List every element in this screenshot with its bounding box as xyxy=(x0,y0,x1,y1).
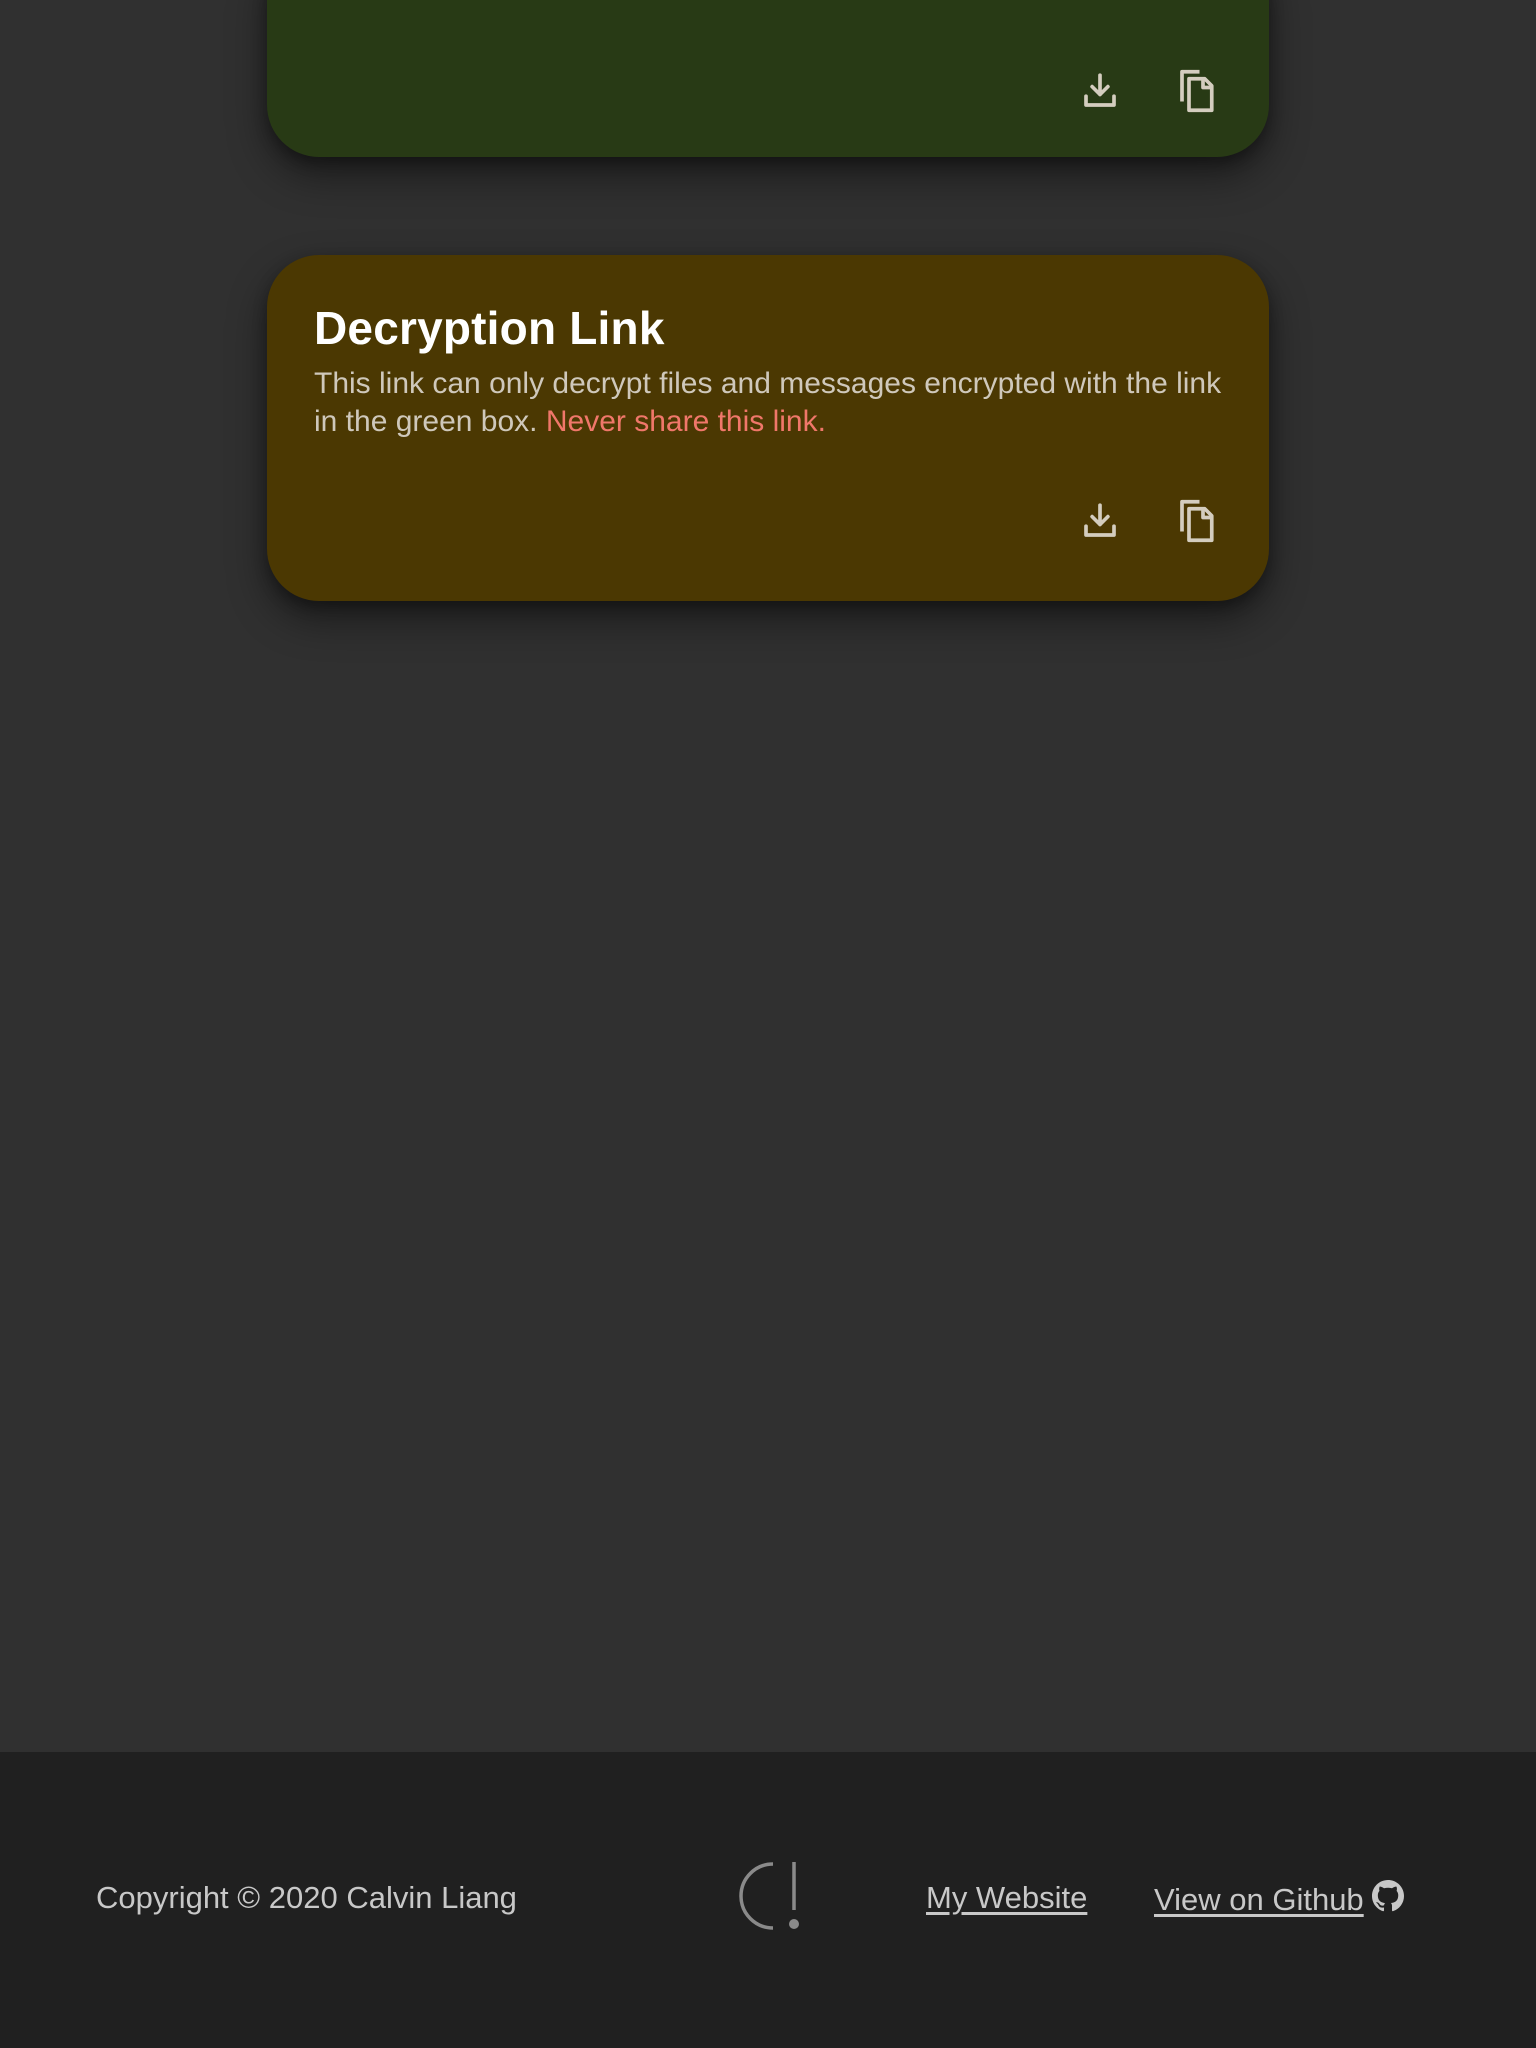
decryption-link-card: Decryption Link This link can only decry… xyxy=(267,255,1269,601)
logo-icon xyxy=(733,1860,803,1937)
copyright-text: Copyright © 2020 Calvin Liang xyxy=(96,1880,517,1915)
my-website-link[interactable]: My Website xyxy=(926,1880,1087,1916)
decryption-card-actions xyxy=(1072,493,1224,549)
decryption-card-description: This link can only decrypt files and mes… xyxy=(314,365,1244,441)
download-icon xyxy=(1084,503,1116,537)
view-on-github-link[interactable]: View on Github xyxy=(1154,1880,1404,1920)
copy-decryption-link-button[interactable] xyxy=(1168,493,1224,549)
decryption-warning-text: Never share this link. xyxy=(545,405,826,438)
download-encryption-link-button[interactable] xyxy=(1072,63,1128,119)
encryption-link-card xyxy=(267,0,1269,157)
copy-icon xyxy=(1180,69,1214,113)
encryption-card-actions xyxy=(1072,63,1224,119)
copy-encryption-link-button[interactable] xyxy=(1168,63,1224,119)
github-link-label: View on Github xyxy=(1154,1882,1364,1917)
copy-icon xyxy=(1180,499,1214,543)
page: Decryption Link This link can only decry… xyxy=(0,0,1536,2048)
decryption-card-title: Decryption Link xyxy=(314,302,665,354)
download-decryption-link-button[interactable] xyxy=(1072,493,1128,549)
download-icon xyxy=(1084,73,1116,107)
github-icon xyxy=(1371,1880,1404,1920)
